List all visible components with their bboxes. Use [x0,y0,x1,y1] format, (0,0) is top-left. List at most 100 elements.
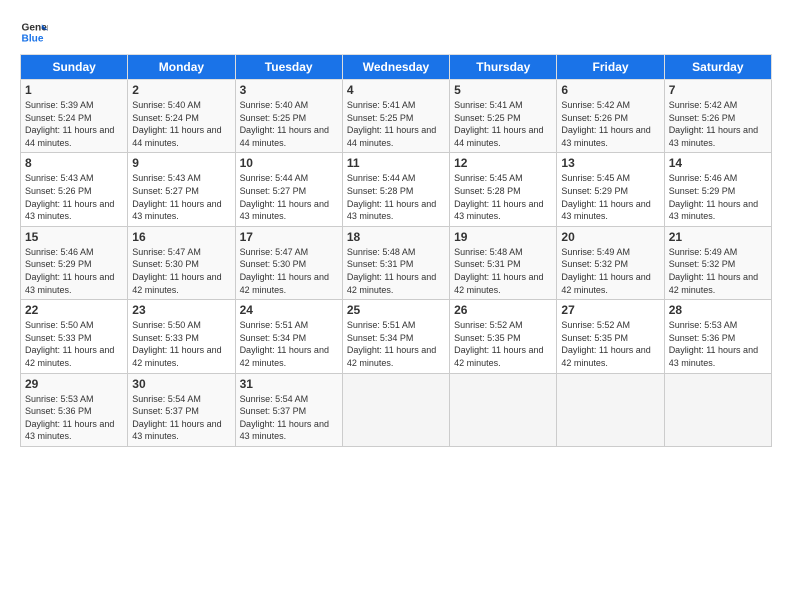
weekday-header-tuesday: Tuesday [235,55,342,80]
day-info: Sunrise: 5:50 AMSunset: 5:33 PMDaylight:… [132,319,230,369]
day-number: 5 [454,83,552,97]
weekday-header-saturday: Saturday [664,55,771,80]
day-cell-4: 4 Sunrise: 5:41 AMSunset: 5:25 PMDaylight… [342,80,449,153]
day-cell-8: 8 Sunrise: 5:43 AMSunset: 5:26 PMDaylight… [21,153,128,226]
empty-cell [450,373,557,446]
week-row-5: 29Sunrise: 5:53 AMSunset: 5:36 PMDayligh… [21,373,772,446]
day-number: 19 [454,230,552,244]
day-number: 7 [669,83,767,97]
day-number: 11 [347,156,445,170]
day-cell-12: 12Sunrise: 5:45 AMSunset: 5:28 PMDayligh… [450,153,557,226]
day-number: 27 [561,303,659,317]
day-number: 12 [454,156,552,170]
day-number: 3 [240,83,338,97]
day-number: 28 [669,303,767,317]
weekday-header-wednesday: Wednesday [342,55,449,80]
day-cell-13: 13Sunrise: 5:45 AMSunset: 5:29 PMDayligh… [557,153,664,226]
weekday-header-monday: Monday [128,55,235,80]
day-number: 1 [25,83,123,97]
day-cell-18: 18Sunrise: 5:48 AMSunset: 5:31 PMDayligh… [342,226,449,299]
day-number: 21 [669,230,767,244]
day-number: 10 [240,156,338,170]
week-row-2: 8 Sunrise: 5:43 AMSunset: 5:26 PMDaylight… [21,153,772,226]
day-cell-28: 28Sunrise: 5:53 AMSunset: 5:36 PMDayligh… [664,300,771,373]
day-info: Sunrise: 5:49 AMSunset: 5:32 PMDaylight:… [669,246,767,296]
day-number: 8 [25,156,123,170]
weekday-header-row: SundayMondayTuesdayWednesdayThursdayFrid… [21,55,772,80]
week-row-1: 1 Sunrise: 5:39 AMSunset: 5:24 PMDaylight… [21,80,772,153]
day-number: 18 [347,230,445,244]
day-cell-26: 26Sunrise: 5:52 AMSunset: 5:35 PMDayligh… [450,300,557,373]
day-cell-23: 23 Sunrise: 5:50 AMSunset: 5:33 PMDayligh… [128,300,235,373]
day-cell-20: 20 Sunrise: 5:49 AMSunset: 5:32 PMDayligh… [557,226,664,299]
day-info: Sunrise: 5:50 AMSunset: 5:33 PMDaylight:… [25,319,123,369]
empty-cell [664,373,771,446]
day-cell-5: 5 Sunrise: 5:41 AMSunset: 5:25 PMDaylight… [450,80,557,153]
day-info: Sunrise: 5:45 AMSunset: 5:29 PMDaylight:… [561,172,659,222]
day-cell-7: 7 Sunrise: 5:42 AMSunset: 5:26 PMDaylight… [664,80,771,153]
empty-cell [557,373,664,446]
day-cell-16: 16Sunrise: 5:47 AMSunset: 5:30 PMDayligh… [128,226,235,299]
day-info: Sunrise: 5:42 AMSunset: 5:26 PMDaylight:… [561,99,659,149]
day-number: 23 [132,303,230,317]
weekday-header-sunday: Sunday [21,55,128,80]
day-info: Sunrise: 5:52 AMSunset: 5:35 PMDaylight:… [561,319,659,369]
day-cell-3: 3 Sunrise: 5:40 AMSunset: 5:25 PMDaylight… [235,80,342,153]
empty-cell [342,373,449,446]
logo-icon: General Blue [20,18,48,46]
day-cell-6: 6 Sunrise: 5:42 AMSunset: 5:26 PMDaylight… [557,80,664,153]
day-info: Sunrise: 5:40 AMSunset: 5:25 PMDaylight:… [240,99,338,149]
day-cell-27: 27 Sunrise: 5:52 AMSunset: 5:35 PMDayligh… [557,300,664,373]
day-info: Sunrise: 5:43 AMSunset: 5:26 PMDaylight:… [25,172,123,222]
day-info: Sunrise: 5:44 AMSunset: 5:28 PMDaylight:… [347,172,445,222]
day-info: Sunrise: 5:42 AMSunset: 5:26 PMDaylight:… [669,99,767,149]
week-row-3: 15 Sunrise: 5:46 AMSunset: 5:29 PMDayligh… [21,226,772,299]
day-cell-24: 24 Sunrise: 5:51 AMSunset: 5:34 PMDayligh… [235,300,342,373]
day-info: Sunrise: 5:41 AMSunset: 5:25 PMDaylight:… [454,99,552,149]
day-info: Sunrise: 5:49 AMSunset: 5:32 PMDaylight:… [561,246,659,296]
day-number: 20 [561,230,659,244]
weekday-header-thursday: Thursday [450,55,557,80]
day-cell-19: 19 Sunrise: 5:48 AMSunset: 5:31 PMDayligh… [450,226,557,299]
day-number: 25 [347,303,445,317]
day-number: 29 [25,377,123,391]
day-number: 24 [240,303,338,317]
day-info: Sunrise: 5:47 AMSunset: 5:30 PMDaylight:… [132,246,230,296]
day-info: Sunrise: 5:40 AMSunset: 5:24 PMDaylight:… [132,99,230,149]
day-info: Sunrise: 5:54 AMSunset: 5:37 PMDaylight:… [240,393,338,443]
day-cell-10: 10 Sunrise: 5:44 AMSunset: 5:27 PMDayligh… [235,153,342,226]
day-number: 15 [25,230,123,244]
day-number: 4 [347,83,445,97]
day-info: Sunrise: 5:46 AMSunset: 5:29 PMDaylight:… [669,172,767,222]
day-cell-21: 21 Sunrise: 5:49 AMSunset: 5:32 PMDayligh… [664,226,771,299]
logo: General Blue [20,18,48,46]
day-info: Sunrise: 5:51 AMSunset: 5:34 PMDaylight:… [240,319,338,369]
day-number: 2 [132,83,230,97]
page: General Blue SundayMondayTuesdayWednesda… [0,0,792,612]
day-cell-2: 2 Sunrise: 5:40 AMSunset: 5:24 PMDaylight… [128,80,235,153]
day-number: 6 [561,83,659,97]
day-number: 22 [25,303,123,317]
day-cell-9: 9 Sunrise: 5:43 AMSunset: 5:27 PMDaylight… [128,153,235,226]
day-number: 14 [669,156,767,170]
day-cell-1: 1 Sunrise: 5:39 AMSunset: 5:24 PMDaylight… [21,80,128,153]
weekday-header-friday: Friday [557,55,664,80]
day-info: Sunrise: 5:48 AMSunset: 5:31 PMDaylight:… [454,246,552,296]
day-number: 17 [240,230,338,244]
day-info: Sunrise: 5:43 AMSunset: 5:27 PMDaylight:… [132,172,230,222]
day-number: 9 [132,156,230,170]
day-info: Sunrise: 5:47 AMSunset: 5:30 PMDaylight:… [240,246,338,296]
day-info: Sunrise: 5:44 AMSunset: 5:27 PMDaylight:… [240,172,338,222]
day-info: Sunrise: 5:41 AMSunset: 5:25 PMDaylight:… [347,99,445,149]
day-cell-30: 30Sunrise: 5:54 AMSunset: 5:37 PMDayligh… [128,373,235,446]
day-info: Sunrise: 5:39 AMSunset: 5:24 PMDaylight:… [25,99,123,149]
day-number: 31 [240,377,338,391]
day-number: 30 [132,377,230,391]
day-cell-22: 22 Sunrise: 5:50 AMSunset: 5:33 PMDayligh… [21,300,128,373]
day-cell-29: 29Sunrise: 5:53 AMSunset: 5:36 PMDayligh… [21,373,128,446]
day-cell-25: 25Sunrise: 5:51 AMSunset: 5:34 PMDayligh… [342,300,449,373]
day-info: Sunrise: 5:46 AMSunset: 5:29 PMDaylight:… [25,246,123,296]
day-cell-15: 15 Sunrise: 5:46 AMSunset: 5:29 PMDayligh… [21,226,128,299]
day-cell-31: 31 Sunrise: 5:54 AMSunset: 5:37 PMDayligh… [235,373,342,446]
day-cell-11: 11 Sunrise: 5:44 AMSunset: 5:28 PMDayligh… [342,153,449,226]
